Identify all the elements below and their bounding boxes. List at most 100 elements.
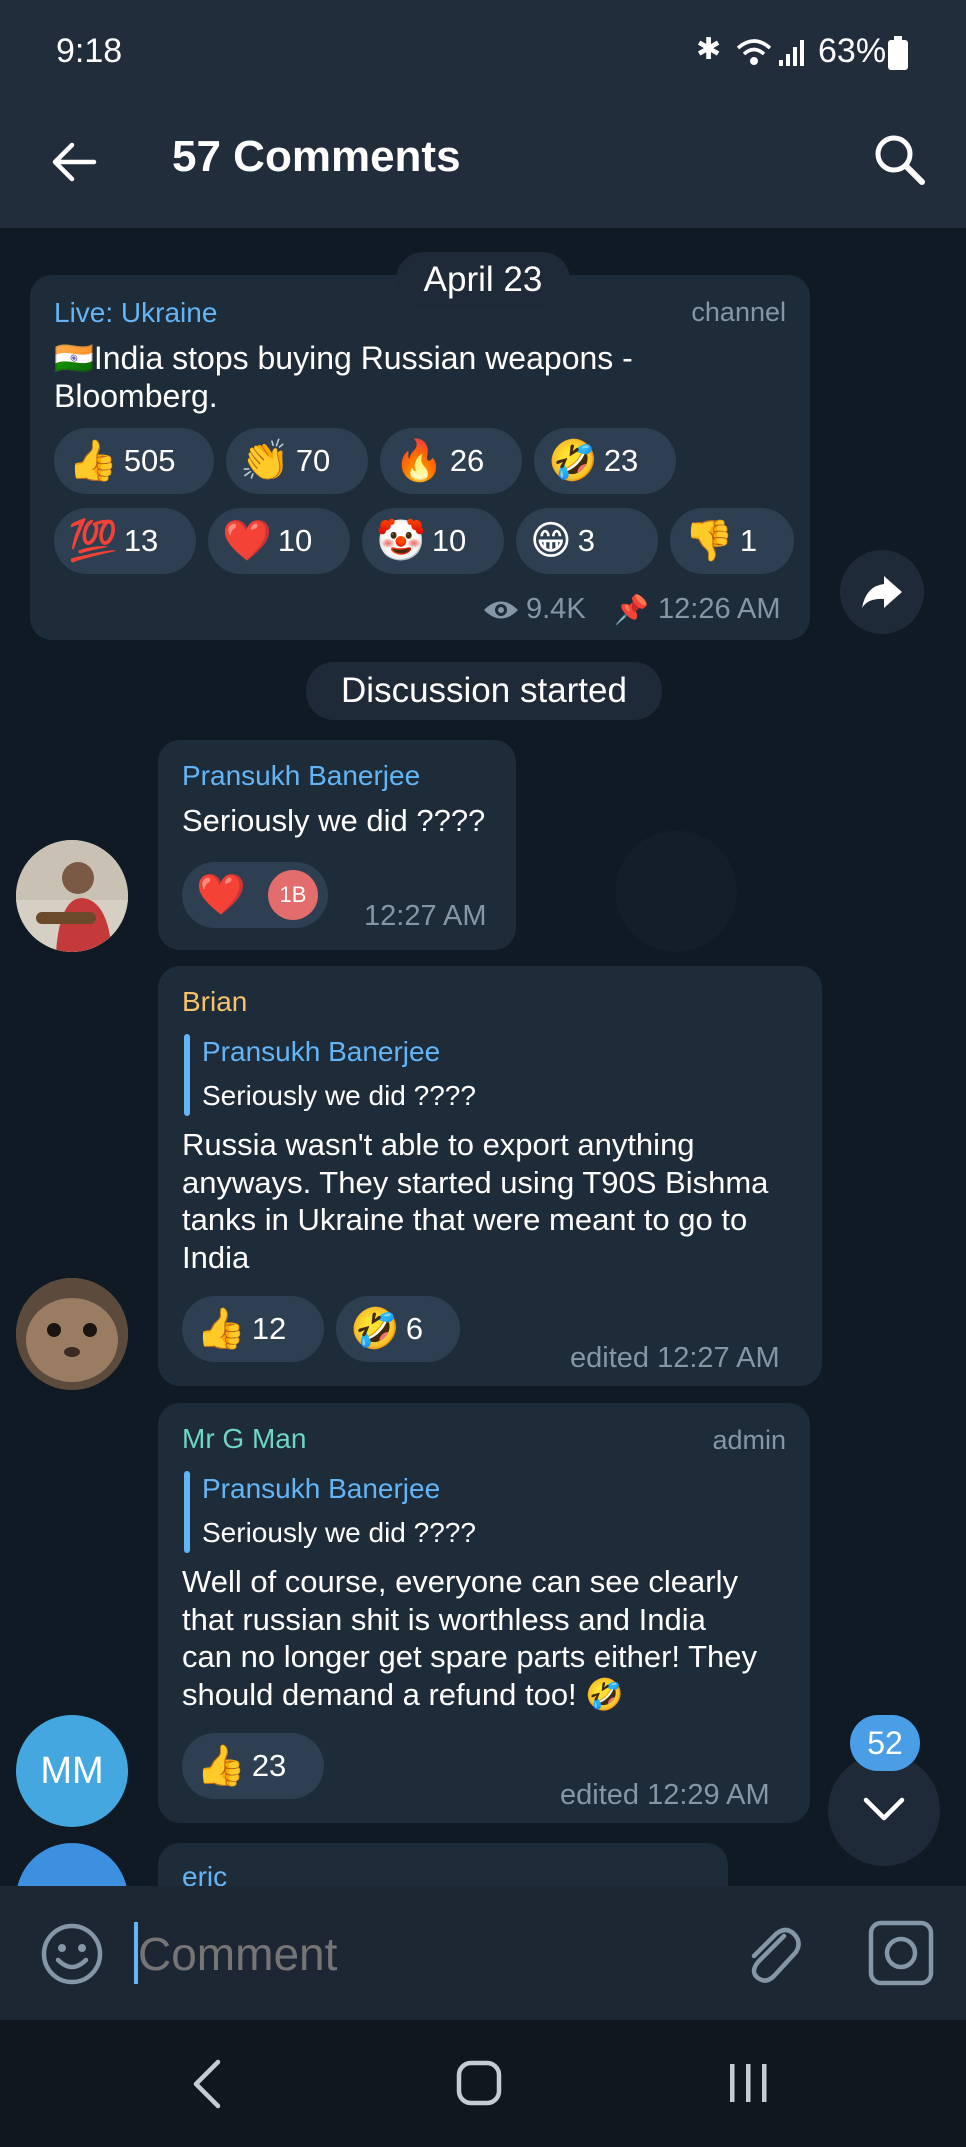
avatar-eric-clip (16, 1843, 128, 1886)
status-time: 9:18 (56, 32, 123, 70)
avatar-photo (16, 1278, 128, 1390)
quote-bar (184, 1471, 190, 1553)
reaction-count: 3 (577, 523, 595, 558)
reaction-count: 10 (277, 523, 313, 558)
reaction-rofl[interactable]: 🤣 23 (534, 428, 676, 494)
back-arrow-icon[interactable] (48, 136, 100, 188)
attach-paperclip-icon[interactable] (740, 1920, 804, 1986)
message-line: that russian shit is worthless and India (182, 1601, 706, 1637)
thumbs-up-icon: 👍 (68, 438, 118, 484)
reaction-clap[interactable]: 👏 70 (226, 428, 368, 494)
message-text: Seriously we did ???? (182, 803, 486, 838)
quote-text: Seriously we did ???? (202, 1517, 476, 1548)
reaction-count: 1 (739, 523, 758, 558)
views-count: 9.4K (526, 593, 586, 625)
reaction-count: 70 (295, 443, 331, 478)
clap-icon: 👏 (240, 438, 290, 484)
pin-icon: 📌 (614, 593, 649, 626)
reaction-count: 23 (603, 443, 639, 478)
message-line: India (182, 1239, 250, 1275)
reaction-heart[interactable]: ❤️ 10 (208, 508, 350, 574)
reaction-heart[interactable]: ❤️ 1B (182, 862, 328, 928)
fire-icon: 🔥 (394, 438, 444, 484)
reaction-clown[interactable]: 🤡 10 (362, 508, 504, 574)
comment-input-bar (0, 1886, 966, 2020)
message-bubble[interactable]: Pransukh Banerjee Seriously we did ???? … (158, 740, 516, 950)
reaction-thumbs-up[interactable]: 👍 505 (54, 428, 214, 494)
clown-icon: 🤡 (376, 518, 426, 564)
heart-icon: ❤️ (222, 518, 272, 564)
share-button[interactable] (840, 550, 924, 634)
post-text-line: 🇮🇳India stops buying Russian weapons - (54, 340, 633, 376)
message-line: tanks in Ukraine that were meant to go t… (182, 1202, 748, 1237)
message-text: Well of course, everyone can see clearly… (182, 1563, 802, 1713)
message-author[interactable]: Mr G Man (182, 1423, 306, 1455)
date-separator: April 23 (396, 252, 570, 308)
avatar-pransukh[interactable] (16, 840, 128, 952)
reaction-thumbs-down[interactable]: 👎 1 (670, 508, 794, 574)
quote-author[interactable]: Pransukh Banerjee (202, 1473, 440, 1505)
reaction-count: 13 (123, 523, 159, 558)
reaction-thumbs-up[interactable]: 👍 23 (182, 1733, 324, 1799)
status-bar: 9:18 ✱ 63% (0, 0, 966, 108)
reaction-hundred[interactable]: 💯 13 (54, 508, 196, 574)
thumbs-up-icon: 👍 (196, 1306, 246, 1352)
heart-icon: ❤️ (196, 872, 246, 918)
discussion-started-label: Discussion started (306, 662, 662, 720)
reaction-count: 23 (251, 1748, 287, 1783)
quote-author[interactable]: Pransukh Banerjee (202, 1036, 440, 1068)
admin-badge: admin (712, 1425, 786, 1455)
reaction-count: 26 (449, 443, 485, 478)
battery-icon (888, 36, 908, 70)
message-author[interactable]: eric (182, 1861, 227, 1886)
quote-bar (184, 1034, 190, 1116)
chevron-down-icon (863, 1797, 905, 1821)
post-text: 🇮🇳India stops buying Russian weapons - B… (54, 339, 794, 415)
message-author[interactable]: Brian (182, 986, 247, 1018)
grin-icon: 😁 (530, 518, 572, 564)
signal-icon (779, 40, 804, 66)
channel-post[interactable]: Live: Ukraine channel 🇮🇳India stops buyi… (30, 275, 810, 640)
nav-recents-icon[interactable] (726, 2060, 772, 2106)
channel-name[interactable]: Live: Ukraine (54, 297, 217, 329)
message-bubble[interactable]: Mr G Man admin Pransukh Banerjee Serious… (158, 1403, 810, 1823)
nav-home-icon[interactable] (456, 2060, 502, 2106)
message-time: edited 12:27 AM (570, 1342, 780, 1374)
camera-icon[interactable] (868, 1920, 934, 1986)
avatar-eric[interactable] (16, 1843, 128, 1886)
share-arrow-icon (862, 576, 902, 608)
reaction-count: 6 (405, 1311, 424, 1346)
reaction-count: 505 (123, 443, 176, 478)
message-line: Russia wasn't able to export anything (182, 1127, 695, 1162)
comment-input[interactable] (136, 1914, 700, 1994)
page-title: 57 Comments (172, 132, 461, 181)
search-icon[interactable] (872, 132, 928, 188)
message-line: Well of course, everyone can see clearly (182, 1564, 738, 1599)
emoji-icon[interactable] (40, 1922, 104, 1986)
message-bubble[interactable]: Brian Pransukh Banerjee Seriously we did… (158, 966, 822, 1386)
system-nav-bar (0, 2020, 966, 2147)
message-bubble[interactable] (158, 1843, 728, 1886)
battery-percent: 63% (818, 32, 887, 70)
reaction-count: 10 (431, 523, 467, 558)
hundred-icon: 💯 (68, 518, 118, 564)
reaction-thumbs-up[interactable]: 👍 12 (182, 1296, 324, 1362)
reaction-fire[interactable]: 🔥 26 (380, 428, 522, 494)
unread-badge[interactable]: 52 (850, 1715, 920, 1771)
bluetooth-icon: ✱ (696, 32, 722, 67)
message-bubble-clip: eric (158, 1843, 728, 1886)
nav-back-icon[interactable] (190, 2058, 226, 2110)
quote-text: Seriously we did ???? (202, 1080, 476, 1111)
message-time: 12:27 AM (364, 900, 487, 932)
post-text-line: Bloomberg. (54, 378, 218, 414)
avatar-brian[interactable] (16, 1278, 128, 1390)
reaction-rofl[interactable]: 🤣 6 (336, 1296, 460, 1362)
message-text: Russia wasn't able to export anything an… (182, 1126, 812, 1276)
avatar-mr-g-man[interactable]: MM (16, 1715, 128, 1827)
rofl-icon: 🤣 (350, 1306, 400, 1352)
message-author[interactable]: Pransukh Banerjee (182, 760, 420, 792)
reaction-grin[interactable]: 😁 3 (516, 508, 658, 574)
reaction-count: 12 (251, 1311, 287, 1346)
top-app-bar: 57 Comments (0, 108, 966, 228)
views-eye-icon (484, 601, 518, 619)
